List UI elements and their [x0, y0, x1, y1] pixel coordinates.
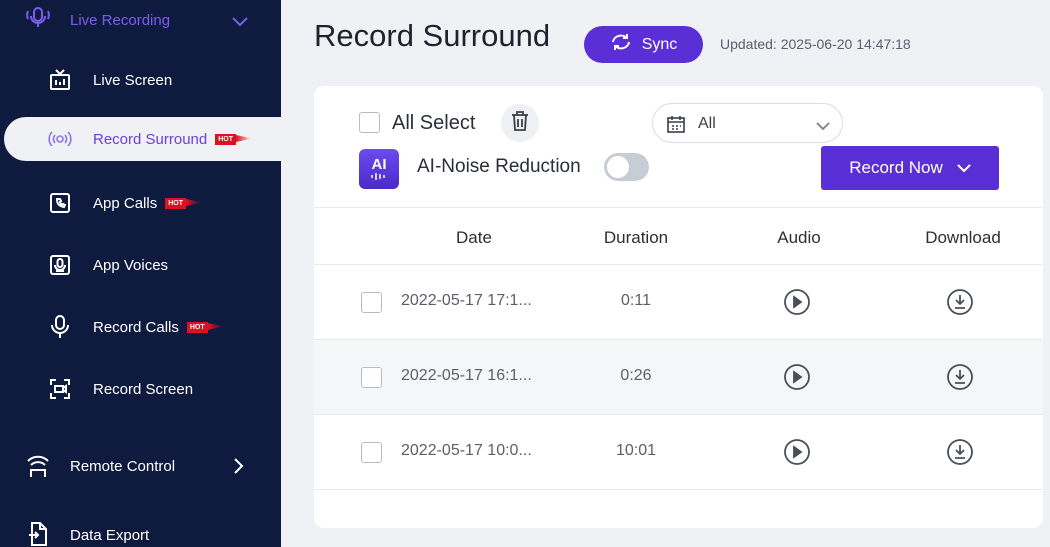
table-row: 2022-05-17 17:1... 0:11	[314, 265, 1043, 340]
download-icon[interactable]	[946, 363, 974, 396]
table-row: 2022-05-17 16:1... 0:26	[314, 340, 1043, 415]
ai-noise-toggle[interactable]	[604, 153, 649, 181]
export-file-icon	[24, 522, 52, 546]
screen-record-icon	[46, 377, 74, 401]
row-date: 2022-05-17 17:1...	[401, 292, 532, 309]
refresh-icon	[610, 33, 632, 56]
hot-badge: HOT	[186, 322, 208, 334]
play-icon[interactable]	[783, 288, 811, 321]
sidebar-item-live-screen[interactable]: Live Screen	[0, 58, 281, 102]
surround-sound-icon	[46, 127, 74, 151]
sidebar-group-live-recording[interactable]: Live Recording	[0, 0, 281, 40]
select-all-checkbox[interactable]	[359, 112, 380, 133]
play-icon[interactable]	[783, 363, 811, 396]
chevron-down-icon	[816, 118, 830, 136]
hot-badge: HOT	[165, 198, 186, 210]
column-header-duration: Duration	[603, 228, 669, 247]
row-duration: 10:01	[615, 442, 657, 459]
sidebar-item-label: Record Calls HOT	[93, 319, 208, 336]
delete-button[interactable]	[501, 104, 539, 142]
sidebar-item-label: App Calls HOT	[93, 195, 186, 212]
row-checkbox[interactable]	[361, 367, 382, 388]
trash-icon	[511, 110, 529, 136]
sidebar-item-label: Record Surround HOT	[93, 131, 237, 148]
hot-badge: HOT	[215, 134, 237, 146]
recordings-card: All Select All AI AI-Noise Reduction Rec…	[314, 86, 1043, 528]
column-header-download: Download	[925, 228, 1001, 247]
sidebar-group-label: Live Recording	[70, 12, 171, 29]
ai-noise-icon: AI	[359, 149, 399, 189]
sidebar-item-record-surround[interactable]: Record Surround HOT	[4, 117, 281, 161]
date-filter-select[interactable]: All	[652, 103, 843, 143]
phone-call-icon	[46, 191, 74, 215]
download-icon[interactable]	[946, 288, 974, 321]
play-icon[interactable]	[783, 438, 811, 471]
sidebar-group-label: Remote Control	[70, 458, 176, 475]
table-row: 2022-05-17 10:0... 10:01	[314, 415, 1043, 490]
sidebar-item-app-calls[interactable]: App Calls HOT	[0, 181, 281, 225]
row-duration: 0:11	[621, 292, 651, 309]
sidebar-item-label: Live Screen	[93, 71, 173, 89]
microphone-waves-icon	[24, 6, 52, 30]
sidebar-group-remote-control[interactable]: Remote Control	[0, 446, 281, 486]
row-date: 2022-05-17 16:1...	[401, 367, 532, 384]
row-duration: 0:26	[620, 367, 652, 384]
sidebar-item-record-screen[interactable]: Record Screen	[0, 367, 281, 411]
sync-button[interactable]: Sync	[584, 26, 703, 63]
column-header-date: Date	[456, 228, 492, 247]
sidebar-item-label: App Voices	[93, 256, 169, 274]
chevron-down-icon	[957, 158, 971, 178]
ai-badge-text: AI	[371, 156, 387, 173]
ai-noise-label: AI-Noise Reduction	[417, 156, 581, 177]
record-now-button[interactable]: Record Now	[821, 146, 999, 190]
select-all-label: All Select	[392, 112, 476, 134]
row-date: 2022-05-17 10:0...	[401, 442, 532, 459]
chevron-right-icon	[234, 458, 244, 479]
calendar-icon	[667, 115, 685, 138]
row-checkbox[interactable]	[361, 292, 382, 313]
tv-icon	[46, 68, 74, 92]
voice-app-icon	[46, 253, 74, 277]
sidebar-group-label: Data Export	[70, 527, 150, 544]
sidebar-item-record-calls[interactable]: Record Calls HOT	[0, 305, 281, 349]
sync-label: Sync	[641, 35, 678, 53]
date-filter-value: All	[698, 115, 716, 132]
updated-timestamp: Updated: 2025-06-20 14:47:18	[720, 36, 911, 52]
sidebar: Live Recording Live Screen Record Surrou…	[0, 0, 281, 547]
chevron-down-icon	[232, 14, 248, 32]
column-header-audio: Audio	[777, 228, 821, 247]
sidebar-group-data-export[interactable]: Data Export	[0, 514, 281, 547]
page-title: Record Surround	[314, 18, 551, 53]
remote-signal-icon	[24, 454, 52, 478]
sidebar-item-app-voices[interactable]: App Voices	[0, 243, 281, 287]
table-header: Date Duration Audio Download	[314, 207, 1043, 265]
sidebar-item-label: Record Screen	[93, 380, 194, 398]
download-icon[interactable]	[946, 438, 974, 471]
record-now-label: Record Now	[849, 158, 943, 177]
row-checkbox[interactable]	[361, 442, 382, 463]
microphone-icon	[46, 315, 74, 339]
